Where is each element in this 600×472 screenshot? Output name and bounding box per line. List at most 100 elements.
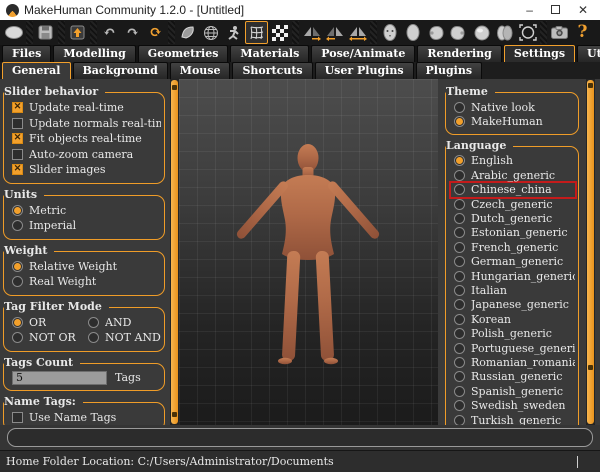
radio-icon bbox=[454, 170, 465, 181]
language-radio-option[interactable]: Turkish_generic bbox=[451, 413, 575, 425]
language-radio-option[interactable]: Korean bbox=[451, 312, 575, 326]
main-tab[interactable]: Settings bbox=[504, 45, 575, 62]
language-radio-option[interactable]: Estonian_generic bbox=[451, 226, 575, 240]
language-radio-option[interactable]: Chinese_china bbox=[451, 183, 575, 197]
undo-button[interactable]: ↶ bbox=[98, 21, 121, 44]
radio-option[interactable]: Relative Weight bbox=[9, 259, 161, 275]
grab-screenshot-icon bbox=[551, 26, 568, 39]
name-tags-group: Name Tags: Use Name Tags bbox=[3, 402, 165, 426]
grab-screenshot-button[interactable] bbox=[548, 21, 571, 44]
human-model[interactable] bbox=[233, 141, 383, 369]
side-view-button[interactable] bbox=[401, 21, 424, 44]
scrollbar-grip-icon bbox=[588, 83, 593, 88]
radio-option[interactable]: MakeHuman bbox=[451, 114, 575, 128]
language-radio-option[interactable]: Spanish_generic bbox=[451, 384, 575, 398]
symmetry-mirror-button[interactable] bbox=[346, 21, 369, 44]
radio-option[interactable]: Real Weight bbox=[9, 274, 161, 290]
checkbox-option[interactable]: Use Name Tags bbox=[9, 410, 161, 426]
language-radio-option[interactable]: Czech_generic bbox=[451, 197, 575, 211]
language-radio-option[interactable]: French_generic bbox=[451, 240, 575, 254]
sub-tab[interactable]: General bbox=[2, 62, 71, 79]
option-label: OR bbox=[29, 316, 46, 329]
main-tab[interactable]: Geometries bbox=[138, 45, 229, 62]
minimize-button[interactable]: – bbox=[526, 4, 533, 16]
close-button[interactable]: ✕ bbox=[578, 4, 588, 16]
slider-behavior-group: Slider behavior Update real-time Update … bbox=[3, 92, 165, 184]
face-right-view-button[interactable] bbox=[447, 21, 470, 44]
main-tab[interactable]: Materials bbox=[230, 45, 309, 62]
language-radio-option[interactable]: Dutch_generic bbox=[451, 211, 575, 225]
language-radio-option[interactable]: Russian_generic bbox=[451, 370, 575, 384]
help-button[interactable]: ? bbox=[571, 21, 594, 44]
language-radio-option[interactable]: Hungarian_generic bbox=[451, 269, 575, 283]
wireframe-button[interactable] bbox=[199, 21, 222, 44]
sub-tab[interactable]: Background bbox=[73, 62, 168, 79]
face-left-view-button[interactable] bbox=[424, 21, 447, 44]
language-radio-option[interactable]: Romanian_romania bbox=[451, 355, 575, 369]
scrollbar-thumb[interactable] bbox=[587, 80, 594, 424]
main-tab[interactable]: Rendering bbox=[417, 45, 502, 62]
main-tab[interactable]: Pose/Animate bbox=[311, 45, 415, 62]
weight-group: Weight Relative Weight Real Weight bbox=[3, 251, 165, 296]
save-button[interactable] bbox=[34, 21, 57, 44]
sub-tab[interactable]: Shortcuts bbox=[232, 62, 312, 79]
redo-button[interactable]: ↷ bbox=[121, 21, 144, 44]
top-view-button[interactable] bbox=[470, 21, 493, 44]
checkbox-option[interactable]: Slider images bbox=[9, 162, 161, 178]
sub-tab[interactable]: Mouse bbox=[170, 62, 231, 79]
sub-tab[interactable]: User Plugins bbox=[315, 62, 414, 79]
checkbox-icon bbox=[12, 102, 23, 113]
right-panel-scrollbar[interactable] bbox=[586, 79, 595, 425]
titlebar: MakeHuman Community 1.2.0 - [Untitled] –… bbox=[0, 0, 600, 20]
units-group: Units Metric Imperial bbox=[3, 195, 165, 240]
radio-option[interactable]: OR bbox=[9, 315, 85, 331]
reload-button[interactable]: ⟳ bbox=[144, 21, 167, 44]
checkbox-option[interactable]: Update normals real-time bbox=[9, 116, 161, 132]
main-tab[interactable]: Modelling bbox=[53, 45, 135, 62]
language-radio-option[interactable]: Polish_generic bbox=[451, 326, 575, 340]
checkbox-option[interactable]: Update real-time bbox=[9, 100, 161, 116]
reset-camera-button[interactable] bbox=[516, 21, 539, 44]
language-group: Language English Arabic_generic Chinese_… bbox=[445, 146, 579, 425]
smooth-shading-button[interactable] bbox=[176, 21, 199, 44]
tags-count-input[interactable] bbox=[12, 371, 107, 385]
radio-option[interactable]: Metric bbox=[9, 203, 161, 219]
toolbar-separator bbox=[168, 21, 175, 44]
load-button[interactable] bbox=[66, 21, 89, 44]
radio-option[interactable]: NOT AND bbox=[85, 330, 161, 346]
side-view-icon bbox=[406, 24, 420, 41]
grid-icon bbox=[249, 25, 265, 41]
maximize-button[interactable] bbox=[551, 4, 560, 16]
language-radio-option[interactable]: Italian bbox=[451, 283, 575, 297]
symmetry-right-button[interactable] bbox=[300, 21, 323, 44]
option-label: German_generic bbox=[471, 255, 563, 268]
language-radio-option[interactable]: German_generic bbox=[451, 255, 575, 269]
radio-option[interactable]: Native look bbox=[451, 100, 575, 114]
main-tab[interactable]: Utilities bbox=[577, 45, 600, 62]
new-mesh-button[interactable] bbox=[2, 21, 25, 44]
radio-option[interactable]: AND bbox=[85, 315, 161, 331]
language-radio-option[interactable]: Japanese_generic bbox=[451, 298, 575, 312]
symmetry-left-button[interactable] bbox=[323, 21, 346, 44]
checkbox-option[interactable]: Fit objects real-time bbox=[9, 131, 161, 147]
language-radio-option[interactable]: Portuguese_generic bbox=[451, 341, 575, 355]
front-view-button[interactable] bbox=[378, 21, 401, 44]
scrollbar-thumb[interactable] bbox=[171, 80, 178, 424]
radio-icon bbox=[12, 205, 23, 216]
language-radio-option[interactable]: Swedish_sweden bbox=[451, 398, 575, 412]
checkbox-option[interactable]: Auto-zoom camera bbox=[9, 147, 161, 163]
language-radio-option[interactable]: Arabic_generic bbox=[451, 168, 575, 182]
sub-tab[interactable]: Plugins bbox=[416, 62, 483, 79]
background-checker-button[interactable] bbox=[268, 21, 291, 44]
grid-button[interactable] bbox=[245, 21, 268, 44]
toolbar-separator bbox=[26, 21, 33, 44]
radio-icon bbox=[454, 371, 465, 382]
radio-option[interactable]: Imperial bbox=[9, 218, 161, 234]
orthographic-views-button[interactable] bbox=[493, 21, 516, 44]
skeleton-button[interactable] bbox=[222, 21, 245, 44]
radio-option[interactable]: NOT OR bbox=[9, 330, 85, 346]
language-radio-option[interactable]: English bbox=[451, 154, 575, 168]
main-tab[interactable]: Files bbox=[2, 45, 51, 62]
left-panel-scrollbar[interactable] bbox=[170, 79, 179, 425]
viewport-3d[interactable] bbox=[179, 79, 438, 425]
